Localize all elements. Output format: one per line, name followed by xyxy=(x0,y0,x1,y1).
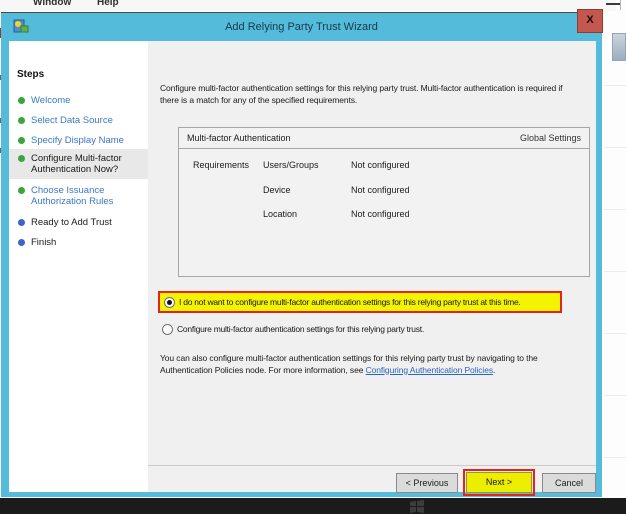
background-scrollbar-thumb[interactable] xyxy=(612,33,626,61)
mfa-settings-table: Multi-factor Authentication Global Setti… xyxy=(178,127,590,277)
mfa-table-header: Multi-factor Authentication Global Setti… xyxy=(179,128,589,149)
background-row-line xyxy=(604,147,626,148)
menu-item-window[interactable]: Window xyxy=(33,0,71,8)
footer-divider xyxy=(148,465,596,466)
table-row-users-groups: Users/Groups Not configured xyxy=(179,160,589,172)
step-pending-bullet-icon xyxy=(18,219,25,226)
radio-option-configure-mfa-label[interactable]: Configure multi-factor authentication se… xyxy=(177,324,424,334)
radio-option-skip-mfa-label[interactable]: I do not want to configure multi-factor … xyxy=(179,297,521,307)
note-line2: Authentication Policies node. For more i… xyxy=(160,365,538,377)
requirement-name: Location xyxy=(263,209,297,219)
next-button-annotation-box: Next > xyxy=(463,469,535,496)
step-done-bullet-icon xyxy=(18,187,25,194)
background-row-line xyxy=(604,457,626,458)
step-label: Welcome xyxy=(31,95,143,106)
configuring-authentication-policies-link[interactable]: Configuring Authentication Policies xyxy=(366,365,493,375)
windows-logo-icon xyxy=(410,500,436,514)
step-pending-bullet-icon xyxy=(18,239,25,246)
step-done-bullet-icon xyxy=(18,155,25,162)
additional-info-note: You can also configure multi-factor auth… xyxy=(160,353,538,376)
mfa-table-title: Multi-factor Authentication xyxy=(187,133,291,143)
step-label: Finish xyxy=(31,237,143,248)
steps-sidebar: Steps Welcome Select Data Source Specify… xyxy=(9,41,148,492)
requirement-name: Users/Groups xyxy=(263,160,319,170)
dialog-title: Add Relying Party Trust Wizard xyxy=(1,21,602,33)
sidebar-item-finish: Finish xyxy=(9,237,148,259)
sidebar-item-choose-issuance-authorization-rules[interactable]: Choose Issuance Authorization Rules xyxy=(9,185,148,207)
background-minimize-mark xyxy=(606,3,621,5)
steps-heading: Steps xyxy=(17,69,44,80)
close-button[interactable]: X xyxy=(577,9,603,33)
sidebar-item-configure-mfa-now: Configure Multi-factor Authentication No… xyxy=(9,153,148,175)
step-description-line2: there is a match for any of the specifie… xyxy=(160,95,562,107)
screenshot-root: Window Help Add Relying Party Trust Wiza… xyxy=(0,0,626,514)
step-label: Ready to Add Trust xyxy=(31,217,143,228)
sidebar-item-ready-to-add-trust: Ready to Add Trust xyxy=(9,217,148,239)
background-menubar: Window Help xyxy=(0,0,616,11)
step-description: Configure multi-factor authentication se… xyxy=(160,83,562,106)
background-row-line xyxy=(604,209,626,210)
menu-item-help[interactable]: Help xyxy=(97,0,119,8)
table-row-location: Location Not configured xyxy=(179,209,589,221)
note-line2-prefix: Authentication Policies node. For more i… xyxy=(160,365,366,375)
requirement-value: Not configured xyxy=(351,185,410,195)
close-icon: X xyxy=(586,14,593,26)
sidebar-item-select-data-source[interactable]: Select Data Source xyxy=(9,115,148,137)
requirement-value: Not configured xyxy=(351,160,410,170)
desktop-taskbar xyxy=(0,498,626,514)
step-label: Select Data Source xyxy=(31,115,143,126)
step-label: Specify Display Name xyxy=(31,135,143,146)
step-label: Choose Issuance Authorization Rules xyxy=(31,185,143,207)
table-row-device: Device Not configured xyxy=(179,185,589,197)
requirement-value: Not configured xyxy=(351,209,410,219)
radio-selected-icon[interactable] xyxy=(164,297,175,308)
radio-unselected-icon[interactable] xyxy=(162,324,173,335)
previous-button[interactable]: < Previous xyxy=(396,473,458,493)
wizard-step-content: Configure multi-factor authentication se… xyxy=(148,41,596,492)
background-row-line xyxy=(604,271,626,272)
note-line1: You can also configure multi-factor auth… xyxy=(160,353,538,365)
step-done-bullet-icon xyxy=(18,137,25,144)
background-row-line xyxy=(604,85,626,86)
add-relying-party-trust-wizard-dialog: Add Relying Party Trust Wizard X Steps W… xyxy=(1,12,602,497)
step-description-line1: Configure multi-factor authentication se… xyxy=(160,83,562,95)
background-row-line xyxy=(604,333,626,334)
cancel-button[interactable]: Cancel xyxy=(542,473,596,493)
global-settings-label: Global Settings xyxy=(520,133,581,143)
background-row-line xyxy=(604,395,626,396)
dialog-body: Steps Welcome Select Data Source Specify… xyxy=(9,41,596,492)
step-done-bullet-icon xyxy=(18,117,25,124)
next-button[interactable]: Next > xyxy=(466,472,532,493)
step-label: Configure Multi-factor Authentication No… xyxy=(31,153,143,175)
radio-option-skip-mfa-annotated[interactable]: I do not want to configure multi-factor … xyxy=(158,291,562,313)
note-line2-suffix: . xyxy=(493,365,495,375)
step-done-bullet-icon xyxy=(18,97,25,104)
radio-option-configure-mfa[interactable]: Configure multi-factor authentication se… xyxy=(162,323,582,337)
sidebar-item-welcome[interactable]: Welcome xyxy=(9,95,148,117)
background-scrollbar-edge xyxy=(620,0,621,10)
requirement-name: Device xyxy=(263,185,291,195)
